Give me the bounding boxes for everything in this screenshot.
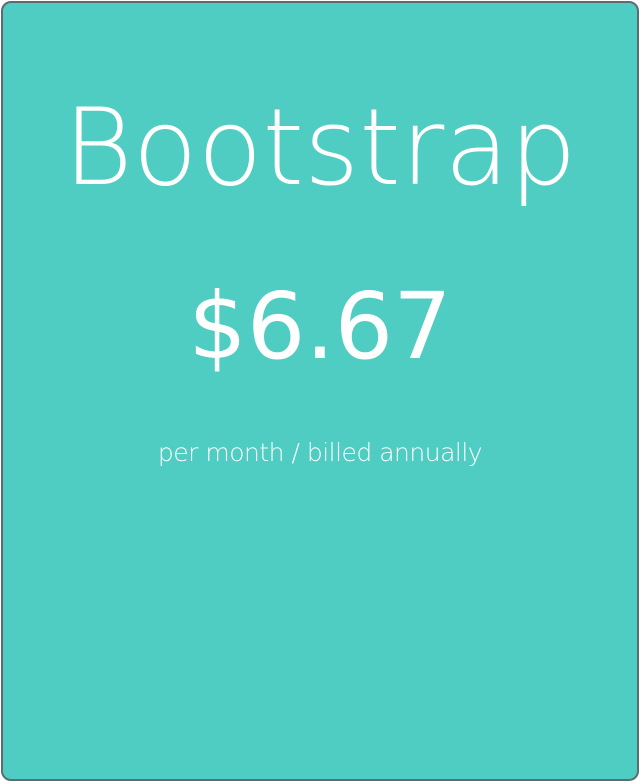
billing-note: per month / billed annually xyxy=(157,438,483,467)
pricing-card: Bootstrap $6.67 per month / billed annua… xyxy=(1,1,639,781)
plan-name: Bootstrap xyxy=(63,86,577,209)
plan-price: $6.67 xyxy=(188,273,452,380)
